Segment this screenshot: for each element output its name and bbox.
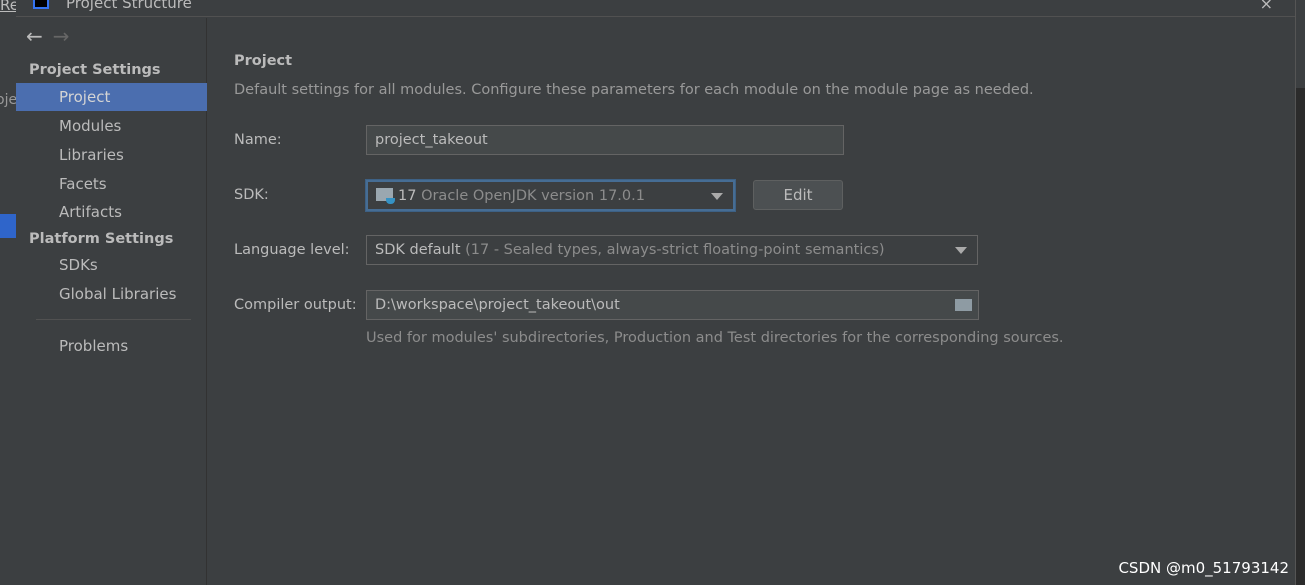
background-editor [1296,88,1305,585]
project-settings-header: Project Settings [29,62,161,78]
sdk-dropdown[interactable]: 17 Oracle OpenJDK version 17.0.1 [366,180,735,211]
compiler-output-label: Compiler output: [234,297,357,313]
sdk-label: SDK: [234,187,269,203]
sdk-version: 17 [398,188,417,204]
page-title: Project [234,53,293,69]
edit-button[interactable]: Edit [753,180,843,210]
sidebar-item-project[interactable]: Project [16,83,207,111]
project-structure-dialog: Project Structure × ← → Project Settings … [16,0,1295,585]
back-arrow-icon[interactable]: ← [26,24,43,48]
chevron-down-icon [711,193,723,200]
background-ide: Re oje [0,0,19,585]
language-level-label: Language level: [234,242,350,258]
sidebar-item-libraries[interactable]: Libraries [16,141,207,169]
folder-browse-icon[interactable] [955,299,972,311]
window-title: Project Structure [66,0,192,12]
sidebar: ← → Project Settings Project Modules Libr… [16,18,207,585]
name-label: Name: [234,132,282,148]
background-ide-right [1295,0,1305,585]
close-icon[interactable]: × [1260,0,1273,13]
page-description: Default settings for all modules. Config… [234,82,1034,98]
compiler-output-help: Used for modules' subdirectories, Produc… [366,330,1064,346]
watermark: CSDN @m0_51793142 [1118,559,1289,577]
chevron-down-icon [955,247,967,254]
language-level-dropdown[interactable]: SDK default (17 - Sealed types, always-s… [366,235,978,265]
language-level-value: SDK default [375,242,461,258]
sidebar-item-sdks[interactable]: SDKs [16,251,207,279]
title-bar: Project Structure × [16,0,1295,17]
name-input[interactable]: project_takeout [366,125,844,155]
divider [36,319,191,320]
language-level-detail: (17 - Sealed types, always-strict floati… [465,242,885,258]
sidebar-item-facets[interactable]: Facets [16,170,207,198]
platform-settings-header: Platform Settings [29,231,174,247]
sidebar-item-problems[interactable]: Problems [16,332,207,360]
compiler-output-input[interactable]: D:\workspace\project_takeout\out [366,290,979,320]
intellij-icon [33,0,49,9]
jdk-folder-icon [376,188,395,204]
sidebar-item-global-libraries[interactable]: Global Libraries [16,280,207,308]
compiler-output-value: D:\workspace\project_takeout\out [375,297,620,313]
background-selection [0,214,16,238]
sdk-name: Oracle OpenJDK version 17.0.1 [421,188,645,204]
background-text: oje [0,92,18,108]
sidebar-item-modules[interactable]: Modules [16,112,207,140]
sidebar-item-artifacts[interactable]: Artifacts [16,198,207,226]
forward-arrow-icon[interactable]: → [53,24,70,48]
